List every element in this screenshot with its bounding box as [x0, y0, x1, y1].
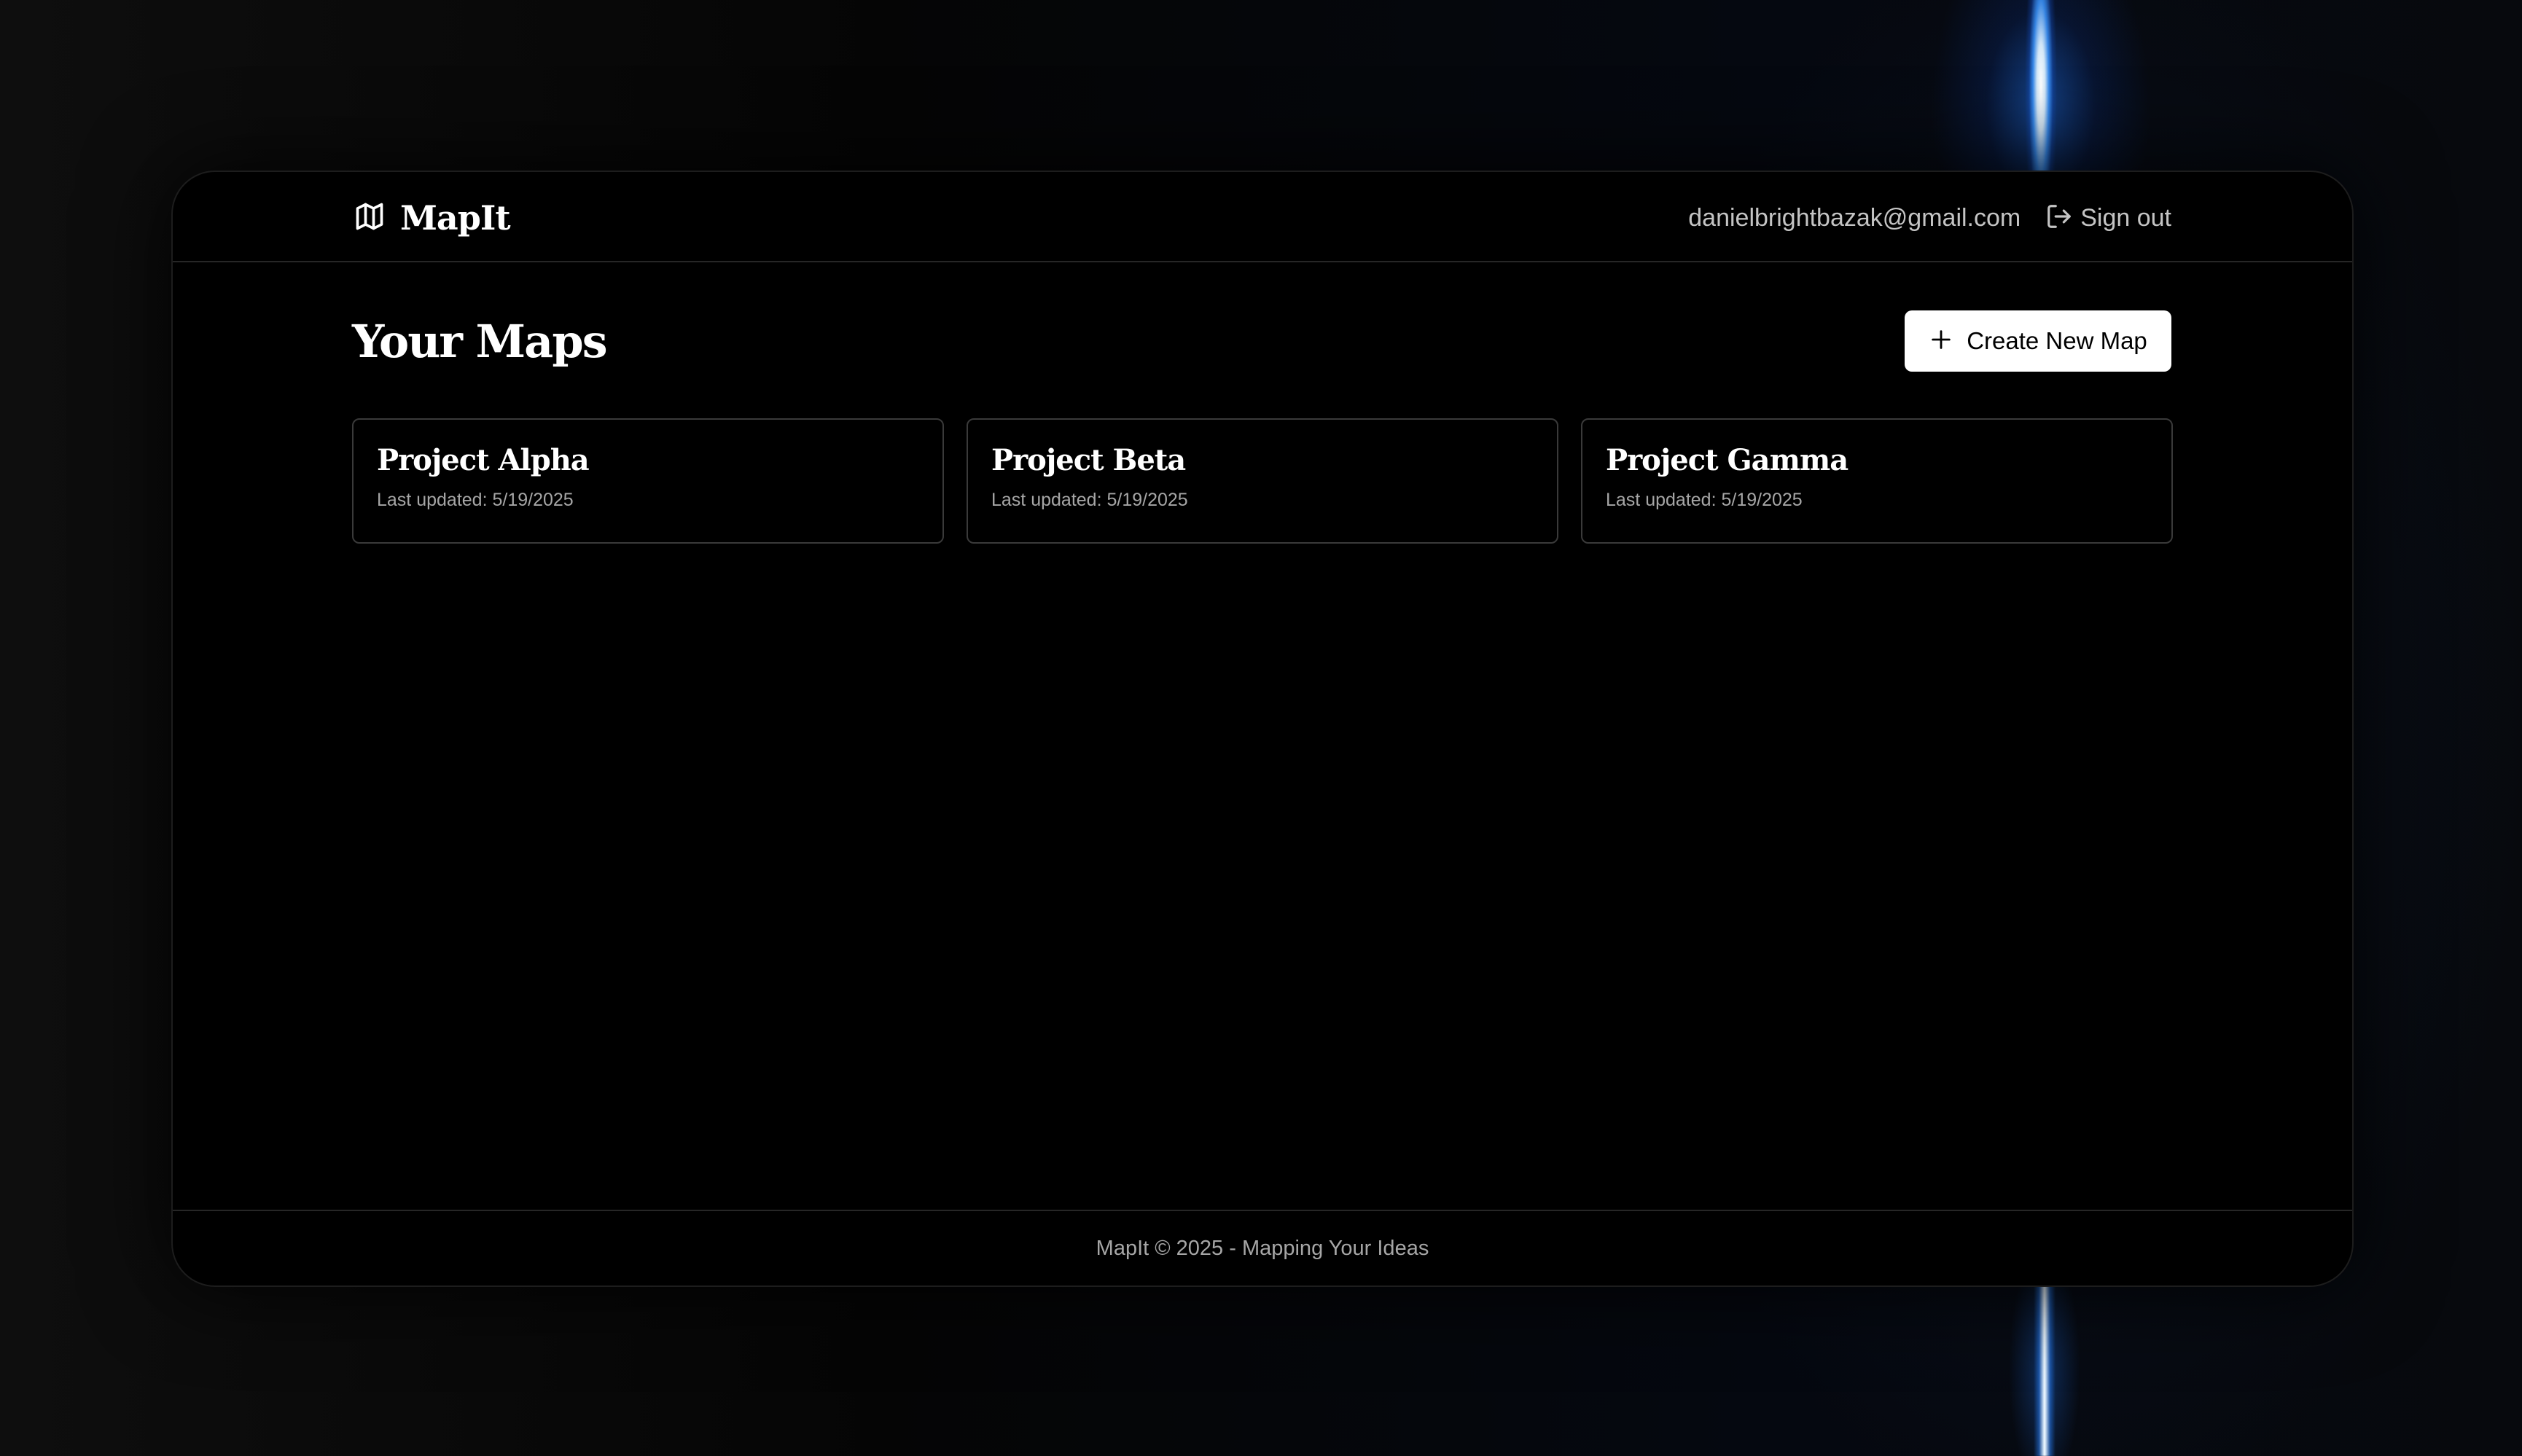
map-card-title: Project Beta: [991, 443, 1186, 477]
user-menu: danielbrightbazak@gmail.com Sign out: [1688, 200, 2171, 236]
light-beam-bottom: [2034, 1283, 2056, 1456]
map-icon: [354, 200, 400, 236]
sign-out-button[interactable]: Sign out: [2045, 203, 2171, 234]
map-card-title: Project Alpha: [377, 443, 590, 477]
map-card[interactable]: Project Beta Last updated: 5/19/2025: [967, 418, 1558, 544]
map-card-updated: Last updated: 5/19/2025: [991, 490, 1534, 511]
map-card-updated-date: 5/19/2025: [1106, 490, 1188, 510]
page-title: Your Maps: [352, 315, 608, 368]
brand-logo[interactable]: MapIt: [354, 198, 511, 238]
map-card[interactable]: Project Gamma Last updated: 5/19/2025: [1581, 418, 2173, 544]
map-card-grid: Project Alpha Last updated: 5/19/2025 Pr…: [352, 418, 2173, 544]
app-window: MapIt danielbrightbazak@gmail.com Sign o…: [171, 171, 2354, 1287]
light-beam-top: [1932, 0, 2150, 175]
map-card-updated-date: 5/19/2025: [492, 490, 574, 510]
map-card-updated: Last updated: 5/19/2025: [1606, 490, 2148, 511]
map-card-updated: Last updated: 5/19/2025: [377, 490, 919, 511]
sign-out-icon: [2045, 203, 2080, 234]
footer-text: MapIt © 2025 - Mapping Your Ideas: [1096, 1236, 1429, 1260]
map-card-title: Project Gamma: [1606, 443, 1848, 477]
create-new-map-label: Create New Map: [1967, 327, 2147, 354]
map-card-updated-label: Last updated:: [377, 490, 488, 510]
top-nav: MapIt danielbrightbazak@gmail.com Sign o…: [173, 172, 2352, 262]
map-card-updated-date: 5/19/2025: [1721, 490, 1803, 510]
map-card[interactable]: Project Alpha Last updated: 5/19/2025: [352, 418, 944, 544]
brand-name: MapIt: [400, 198, 511, 238]
user-email: danielbrightbazak@gmail.com: [1688, 203, 2021, 232]
map-card-updated-label: Last updated:: [1606, 490, 1717, 510]
sign-out-label: Sign out: [2080, 203, 2171, 232]
create-new-map-button[interactable]: Create New Map: [1905, 310, 2171, 372]
footer: MapIt © 2025 - Mapping Your Ideas: [173, 1210, 2352, 1285]
plus-icon: [1929, 327, 1967, 356]
map-card-updated-label: Last updated:: [991, 490, 1102, 510]
